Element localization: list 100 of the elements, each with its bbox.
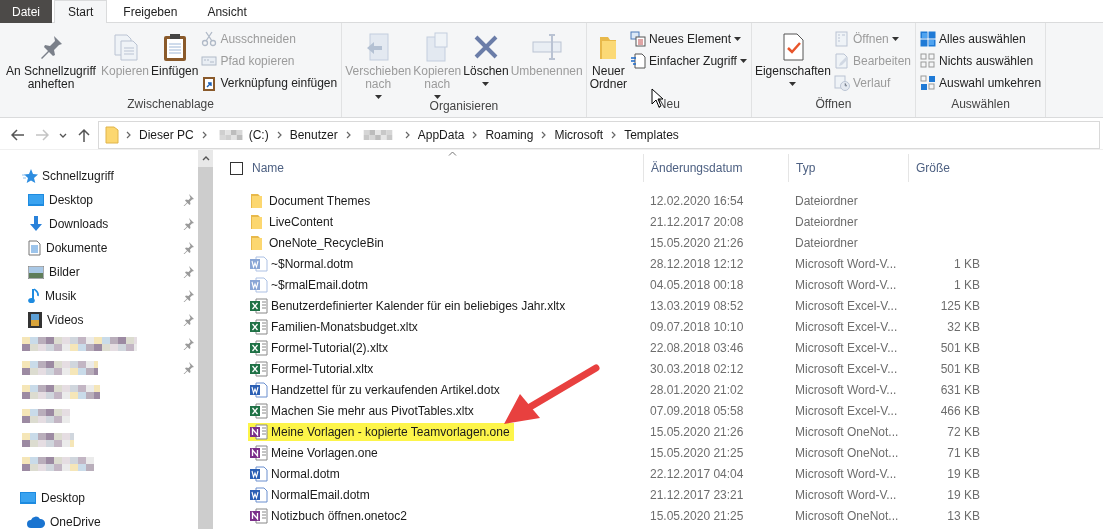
nav-item[interactable]: Dokumente [0,236,198,260]
chevron-right-icon [345,131,351,139]
desktop-icon [28,194,44,206]
table-cell-text: 15.05.2020 21:26 [649,424,745,439]
ribbon-button[interactable]: Neues Element [628,29,749,49]
table-cell-text: 631 KB [939,382,981,397]
document-icon [833,31,850,47]
table-cell-text: 21.12.2017 23:21 [649,487,745,502]
breadcrumb-segment[interactable]: Templates [623,128,680,142]
ribbon-button[interactable]: Verknüpfung einfügen [199,73,340,93]
nav-item[interactable]: Schnellzugriff [0,164,198,188]
file-name[interactable]: ~$rmalEmail.dotm [271,277,369,292]
ribbon-button[interactable]: Auswahl umkehren [918,73,1044,93]
file-name[interactable]: LiveContent [269,214,334,229]
ribbon-button[interactable]: Eigenschaften [753,27,832,86]
nav-item[interactable]: Downloads [0,212,198,236]
table-cell-text: 22.12.2017 04:04 [649,466,745,481]
ribbon-button[interactable]: Alles auswählen [918,29,1044,49]
table-cell-text: Dateiordner [794,193,859,208]
column-header[interactable]: Größe [908,154,988,182]
rename-icon [530,31,563,63]
table-cell-text: Microsoft Excel-V... [794,403,899,418]
ribbon-button[interactable]: Einfügen [150,27,200,78]
file-name[interactable]: Formel-Tutorial.xltx [271,361,374,376]
table-cell-text: 30.03.2018 02:12 [649,361,745,376]
breadcrumb-segment[interactable]: Benutzer [288,128,339,142]
nav-item[interactable]: Videos [0,308,198,332]
chevron-right-icon [541,131,547,139]
table-cell-text: Microsoft OneNot... [794,424,900,439]
chevron-right-icon [472,131,478,139]
file-name[interactable]: Handzettel für zu verkaufenden Artikel.dotx [271,382,500,397]
breadcrumb-segment[interactable]: Dieser PC [138,128,195,142]
file-menu-button[interactable]: Datei [0,0,52,23]
chevron-up-icon [201,156,210,161]
ribbon-button[interactable]: Einfacher Zugriff [628,51,749,71]
path-icon [201,53,218,69]
history-icon [833,75,850,91]
grid-icon [920,53,936,69]
table-cell-text: 125 KB [939,298,981,313]
table-cell-text: Dateiordner [794,235,859,250]
table-cell-text: 71 KB [946,445,981,460]
table-cell-text: 32 KB [946,319,981,334]
file-name[interactable]: Document Themes [269,193,371,208]
scrollbar[interactable] [198,150,213,529]
file-name[interactable]: Meine Vorlagen - kopierte Teamvorlagen.one [271,424,510,439]
column-header[interactable]: Änderungsdatum [643,154,788,182]
download-arrow-icon [28,216,44,232]
ribbon-button[interactable]: Neuer Ordner [588,27,629,91]
select-all-checkbox[interactable] [230,161,243,175]
address-bar[interactable]: Dieser PC (C:) Benutzer AppData Roaming Microsoft Templates [98,121,1100,149]
chevron-right-icon [611,131,617,139]
file-name[interactable]: Formel-Tutorial(2).xltx [271,340,388,355]
nav-item[interactable]: Desktop [0,188,198,212]
file-name[interactable]: Notizbuch öffnen.onetoc2 [271,508,407,523]
breadcrumb-segment[interactable]: (C:) [213,128,270,142]
table-cell-text: 19 KB [946,466,981,481]
table-cell-text: Dateiordner [794,214,859,229]
table-cell-text: Microsoft Word-V... [794,382,898,397]
file-name[interactable]: Normal.dotm [271,466,340,481]
ribbon-button[interactable]: Löschen [462,27,510,86]
ribbon-button[interactable]: Nichts auswählen [918,51,1044,71]
column-header[interactable]: Name [252,154,643,182]
file-name[interactable]: OneNote_RecycleBin [269,235,384,250]
table-cell-text: Microsoft Word-V... [794,277,898,292]
table-cell-text: 15.05.2020 21:25 [649,508,745,523]
breadcrumb-segment[interactable]: Microsoft [553,128,605,142]
file-name[interactable]: ~$Normal.dotm [271,256,354,271]
group-label: Neu [657,97,680,111]
table-cell-text: 15.05.2020 21:26 [649,235,745,250]
file-name[interactable]: Benutzerdefinierter Kalender für ein beliebiges Jahr.xltx [271,298,566,313]
ribbon-button[interactable]: An Schnellzugriff anheften [2,27,100,91]
table-cell-text: Microsoft Excel-V... [794,361,899,376]
sort-chevron-icon [447,151,457,156]
nav-item[interactable]: Musik [0,284,198,308]
ribbon-tab[interactable]: Ansicht [193,0,261,23]
group-label: Öffnen [815,97,852,111]
file-name[interactable]: Machen Sie mehr aus PivotTables.xltx [271,403,474,418]
image-icon [28,265,44,279]
breadcrumb-segment[interactable]: AppData [416,128,466,142]
table-cell-text: 501 KB [939,340,981,355]
table-cell-text: Microsoft Excel-V... [794,298,899,313]
file-name[interactable]: Meine Vorlagen.one [271,445,378,460]
table-cell-text: 28.12.2018 12:12 [649,256,745,271]
table-cell-text: 09.07.2018 10:10 [649,319,745,334]
file-name[interactable]: NormalEmail.dotm [271,487,370,502]
nav-item[interactable]: Bilder [0,260,198,284]
table-cell-text: Microsoft OneNot... [794,445,900,460]
chevron-right-icon [126,131,131,139]
nav-item[interactable]: OneDrive [0,510,198,529]
edit-icon [833,53,850,69]
ribbon-tab[interactable]: Freigeben [109,0,192,23]
breadcrumb-segment[interactable]: Roaming [484,128,535,142]
table-cell-text: Microsoft Word-V... [794,466,898,481]
file-name[interactable]: Familien-Monatsbudget.xltx [271,319,418,334]
forward-arrow-icon [35,129,49,141]
ribbon-tab[interactable]: Start [54,0,108,23]
nav-item[interactable]: Desktop [0,486,198,510]
column-header[interactable]: Typ [788,154,908,182]
new-item-icon [630,31,647,47]
table-cell-text: Microsoft Word-V... [794,487,898,502]
